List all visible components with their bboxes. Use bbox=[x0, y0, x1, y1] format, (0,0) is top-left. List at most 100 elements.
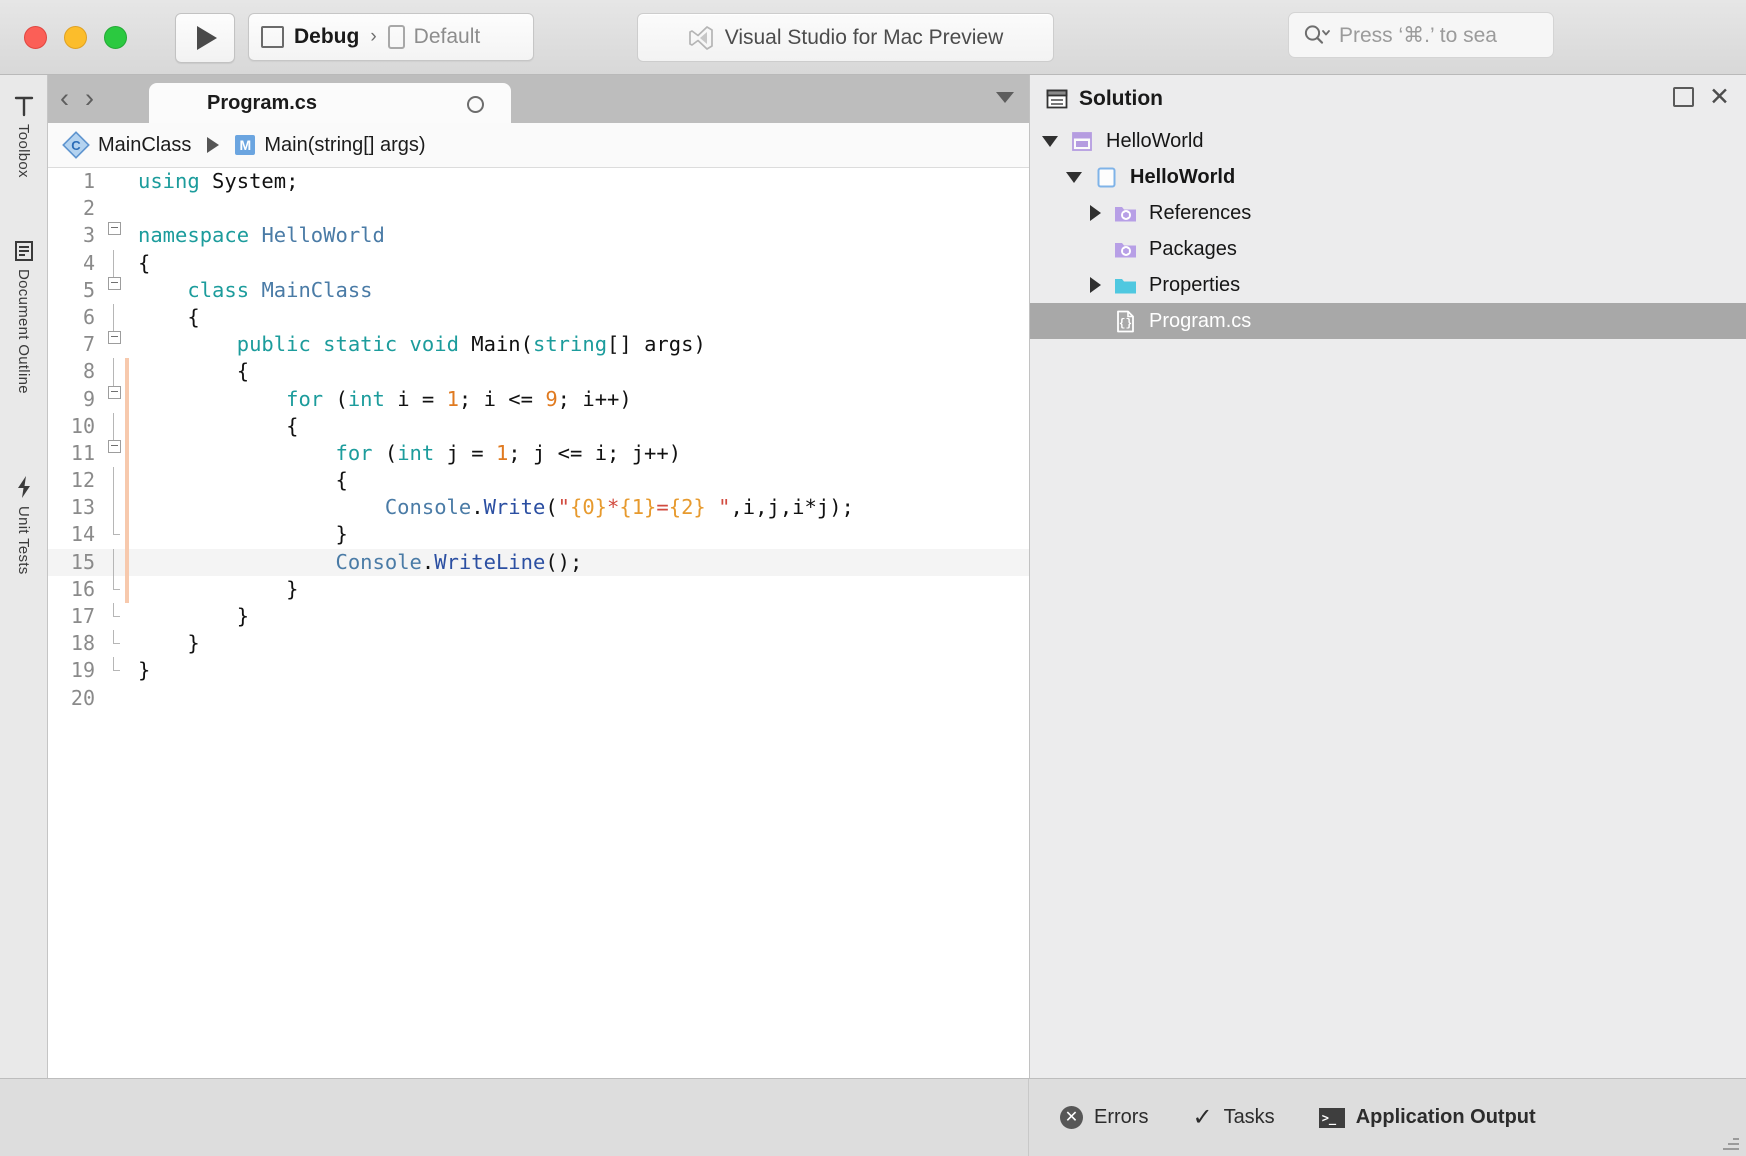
tree-item-icon bbox=[1094, 165, 1119, 190]
solution-pad-title: Solution bbox=[1079, 87, 1163, 110]
fold-marker-icon[interactable] bbox=[103, 331, 125, 345]
svg-text:{}: {} bbox=[1119, 318, 1132, 330]
close-window-button[interactable] bbox=[24, 26, 47, 49]
code-line[interactable]: 19} bbox=[48, 657, 1029, 684]
tree-item-helloworld[interactable]: HelloWorld bbox=[1030, 159, 1746, 195]
code-line[interactable]: 17 } bbox=[48, 603, 1029, 630]
terminal-icon: >_ bbox=[1318, 1107, 1345, 1128]
breadcrumb-method-name[interactable]: Main(string[] args) bbox=[264, 134, 425, 157]
run-target-label: Default bbox=[413, 25, 481, 48]
run-configuration-selector[interactable]: Debug › Default bbox=[248, 13, 534, 61]
rail-item-unit-tests[interactable]: Unit Tests bbox=[0, 475, 47, 575]
code-line[interactable]: 10 { bbox=[48, 412, 1029, 440]
line-change-marker bbox=[125, 685, 129, 712]
chevron-down-icon[interactable] bbox=[1042, 135, 1058, 147]
code-text: { bbox=[138, 413, 299, 438]
code-text: public static void Main(string[] args) bbox=[236, 332, 706, 357]
chevron-down-icon[interactable] bbox=[1066, 171, 1082, 183]
code-line[interactable]: 4{ bbox=[48, 249, 1029, 277]
check-icon: ✓ bbox=[1192, 1103, 1213, 1131]
status-label-errors: Errors bbox=[1094, 1106, 1149, 1128]
code-line[interactable]: 14 } bbox=[48, 521, 1029, 549]
window-resize-grip[interactable] bbox=[1723, 1134, 1739, 1150]
tree-item-program-cs[interactable]: {} Program.cs bbox=[1030, 303, 1746, 339]
status-item-application-output[interactable]: >_ Application Output bbox=[1318, 1106, 1536, 1129]
rail-label-document-outline: Document Outline bbox=[15, 269, 32, 394]
solution-pad: Solution ✕ HelloWorld HelloWorld Reference… bbox=[1029, 75, 1746, 1078]
tree-item-helloworld[interactable]: HelloWorld bbox=[1030, 123, 1746, 159]
chevron-right-icon[interactable] bbox=[1090, 205, 1101, 221]
line-number: 15 bbox=[70, 549, 95, 574]
search-placeholder: Press ‘⌘.’ to sea bbox=[1339, 23, 1497, 47]
fold-marker-icon[interactable] bbox=[103, 222, 125, 236]
solution-node-icon bbox=[1072, 131, 1092, 151]
tab-unsaved-indicator-icon[interactable] bbox=[467, 96, 484, 113]
device-icon bbox=[387, 25, 405, 49]
code-line[interactable]: 11 for (int j = 1; j <= i; j++) bbox=[48, 439, 1029, 468]
code-text: } bbox=[138, 631, 200, 656]
zoom-window-button[interactable] bbox=[104, 26, 127, 49]
status-bar-items: ✕ Errors ✓ Tasks >_ Application Output bbox=[1050, 1079, 1536, 1156]
pad-minimize-icon[interactable] bbox=[1673, 87, 1695, 107]
code-line[interactable]: 7 public static void Main(string[] args) bbox=[48, 331, 1029, 358]
title-bar: Debug › Default Visual Studio for Mac Pr… bbox=[0, 0, 1746, 75]
pad-close-icon[interactable]: ✕ bbox=[1709, 85, 1730, 110]
code-line[interactable]: 6 { bbox=[48, 303, 1029, 332]
chevron-right-icon[interactable] bbox=[1090, 277, 1101, 293]
code-line[interactable]: 2 bbox=[48, 195, 1029, 222]
fold-marker-icon[interactable] bbox=[103, 385, 125, 399]
status-bar-left-pane bbox=[0, 1079, 1029, 1156]
code-line[interactable]: 18 } bbox=[48, 630, 1029, 657]
minimize-window-button[interactable] bbox=[64, 26, 87, 49]
editor-tab-program-cs[interactable]: Program.cs bbox=[149, 83, 511, 123]
tree-item-properties[interactable]: Properties bbox=[1030, 267, 1746, 303]
code-line[interactable]: 16 } bbox=[48, 575, 1029, 603]
search-input[interactable]: Press ‘⌘.’ to sea bbox=[1288, 12, 1554, 58]
tree-item-packages[interactable]: Packages bbox=[1030, 231, 1746, 267]
line-number: 20 bbox=[70, 685, 95, 710]
tree-item-references[interactable]: References bbox=[1030, 195, 1746, 231]
line-number: 4 bbox=[82, 250, 95, 275]
navigate-forward-icon[interactable]: › bbox=[85, 85, 94, 112]
code-text: for (int i = 1; i <= 9; i++) bbox=[286, 386, 632, 411]
line-number: 3 bbox=[82, 223, 95, 248]
line-number: 10 bbox=[70, 413, 95, 438]
fold-marker-icon[interactable] bbox=[103, 439, 125, 453]
code-line[interactable]: 20 bbox=[48, 685, 1029, 712]
packages-folder-icon bbox=[1115, 242, 1136, 257]
status-label-application-output: Application Output bbox=[1355, 1106, 1536, 1128]
left-tool-rail: Toolbox Document Outline Unit Tests bbox=[0, 75, 48, 1156]
code-line[interactable]: 13 Console.Write("{0}*{1}={2} ",i,j,i*j)… bbox=[48, 494, 1029, 522]
code-editor[interactable]: 1 using System; 2 3 namespace HelloWorld 4{5 … bbox=[48, 168, 1029, 1062]
code-text: { bbox=[138, 304, 200, 329]
line-number: 8 bbox=[82, 359, 95, 384]
line-number: 16 bbox=[70, 576, 95, 601]
code-line[interactable]: 12 { bbox=[48, 467, 1029, 495]
code-line[interactable]: 8 { bbox=[48, 358, 1029, 386]
tree-item-label: Program.cs bbox=[1149, 309, 1252, 332]
navigate-back-icon[interactable]: ‹ bbox=[60, 85, 69, 112]
code-line[interactable]: 15 Console.WriteLine(); bbox=[48, 548, 1029, 576]
tree-item-icon bbox=[1113, 237, 1138, 262]
code-line[interactable]: 3 namespace HelloWorld bbox=[48, 222, 1029, 249]
line-change-marker bbox=[125, 195, 129, 222]
breadcrumb-class-name[interactable]: MainClass bbox=[98, 134, 191, 157]
rail-label-toolbox: Toolbox bbox=[15, 124, 32, 178]
status-item-tasks[interactable]: ✓ Tasks bbox=[1192, 1103, 1274, 1131]
rail-item-toolbox[interactable]: Toolbox bbox=[0, 95, 47, 178]
unit-tests-icon bbox=[17, 476, 30, 498]
fold-marker-icon[interactable] bbox=[103, 276, 125, 290]
code-line[interactable]: 5 class MainClass bbox=[48, 276, 1029, 304]
code-line[interactable]: 9 for (int i = 1; i <= 9; i++) bbox=[48, 385, 1029, 413]
line-number: 18 bbox=[70, 631, 95, 656]
status-item-errors[interactable]: ✕ Errors bbox=[1060, 1106, 1148, 1129]
document-outline-icon bbox=[14, 241, 33, 261]
tree-item-label: Packages bbox=[1149, 237, 1237, 260]
line-number: 1 bbox=[82, 169, 95, 193]
code-text: class MainClass bbox=[187, 277, 373, 302]
run-button[interactable] bbox=[175, 13, 235, 63]
tab-list-chevron-down-icon[interactable] bbox=[996, 92, 1014, 103]
code-lines: 1 using System; 2 3 namespace HelloWorld 4{5 … bbox=[48, 168, 1029, 712]
code-line[interactable]: 1 using System; bbox=[48, 168, 1029, 195]
rail-item-document-outline[interactable]: Document Outline bbox=[0, 240, 47, 394]
